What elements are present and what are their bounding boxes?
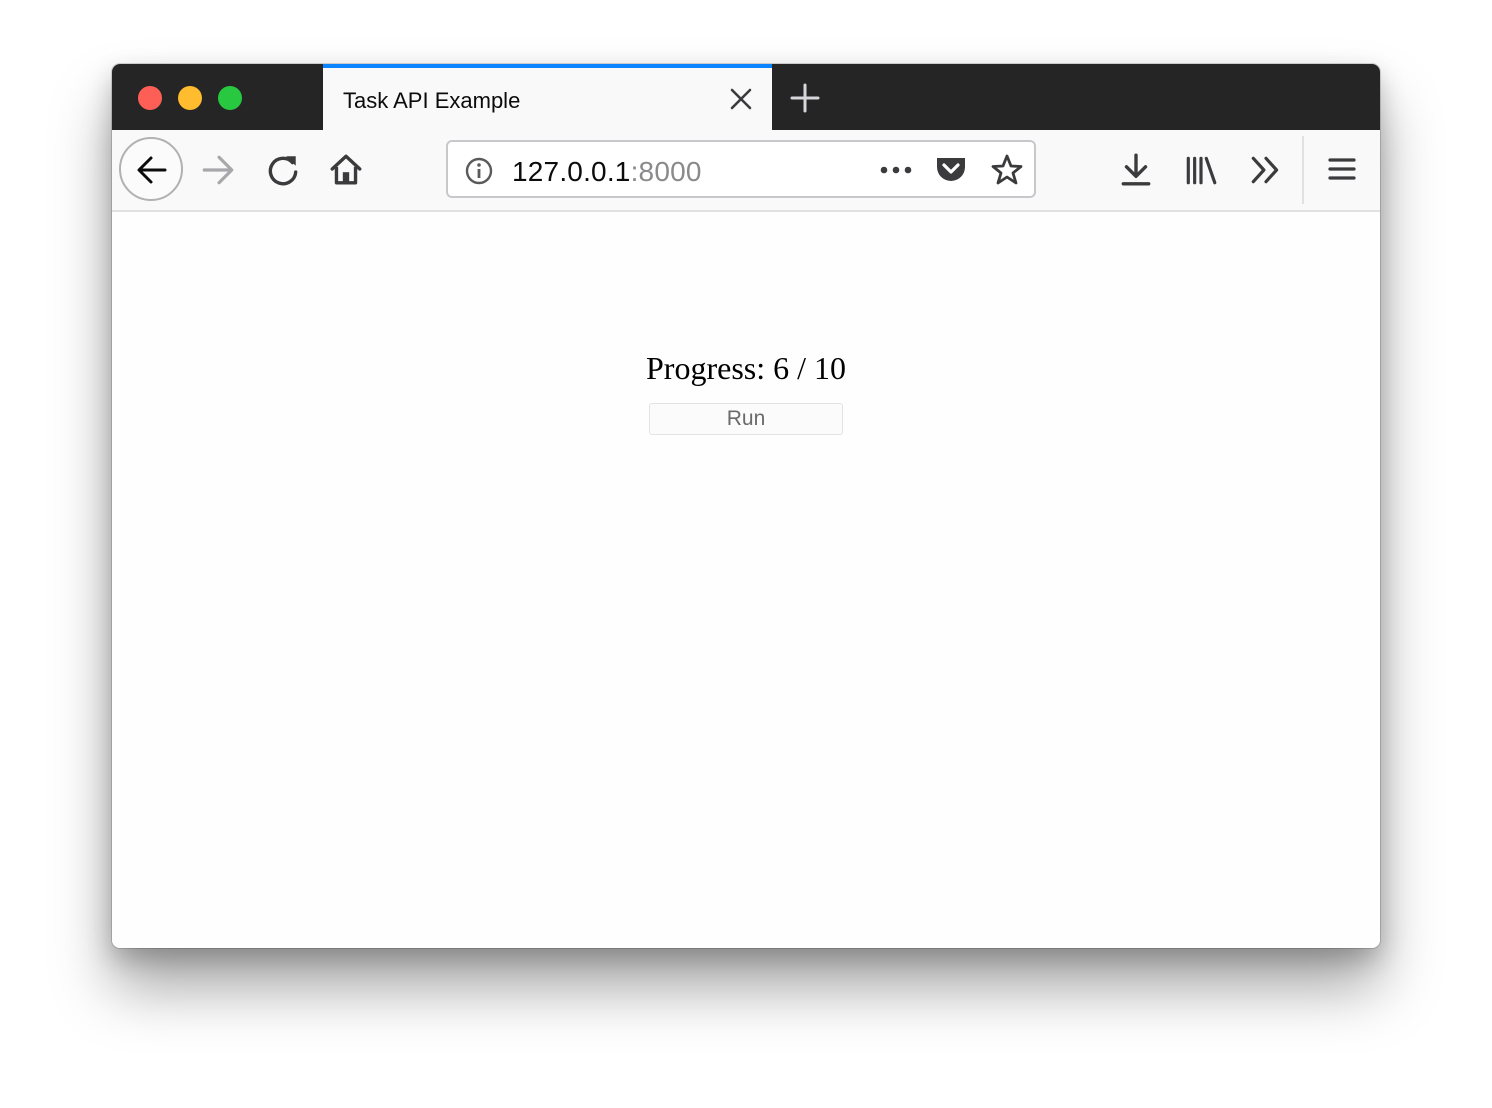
- pocket-icon[interactable]: [934, 154, 968, 186]
- url-bar[interactable]: 127.0.0.1:8000: [446, 140, 1036, 198]
- minimize-window-button[interactable]: [178, 86, 202, 110]
- star-icon[interactable]: [990, 153, 1024, 187]
- tab-title: Task API Example: [343, 88, 521, 113]
- url-host: 127.0.0.1: [512, 156, 631, 187]
- more-dots-icon[interactable]: [878, 160, 914, 180]
- back-button[interactable]: [119, 137, 183, 201]
- progress-text: Progress: 6 / 10: [646, 350, 846, 386]
- url-text: 127.0.0.1:8000: [512, 156, 702, 188]
- nav-toolbar: 127.0.0.1:8000: [112, 130, 1380, 212]
- overflow-chevron-icon[interactable]: [1248, 152, 1284, 188]
- browser-window: Task API Example 127.0.0.1:8000 Progress…: [112, 64, 1380, 948]
- toolbar-separator: [1302, 136, 1304, 204]
- reload-icon[interactable]: [265, 152, 301, 188]
- tab-task-api-example[interactable]: Task API Example: [323, 64, 772, 130]
- close-window-button[interactable]: [138, 86, 162, 110]
- close-icon[interactable]: [728, 86, 754, 112]
- title-bar: Task API Example: [112, 64, 1380, 130]
- info-icon[interactable]: [464, 156, 494, 186]
- run-button[interactable]: Run: [649, 403, 843, 435]
- download-icon[interactable]: [1118, 152, 1154, 188]
- url-port: :8000: [630, 156, 702, 187]
- library-icon[interactable]: [1183, 152, 1219, 188]
- new-tab-plus-icon[interactable]: [789, 82, 821, 114]
- back-arrow-icon: [137, 156, 167, 184]
- forward-arrow-icon[interactable]: [200, 152, 236, 188]
- home-icon[interactable]: [328, 151, 364, 187]
- maximize-window-button[interactable]: [218, 86, 242, 110]
- hamburger-menu-icon[interactable]: [1325, 152, 1359, 186]
- page-content: Progress: 6 / 10 Run: [112, 212, 1380, 948]
